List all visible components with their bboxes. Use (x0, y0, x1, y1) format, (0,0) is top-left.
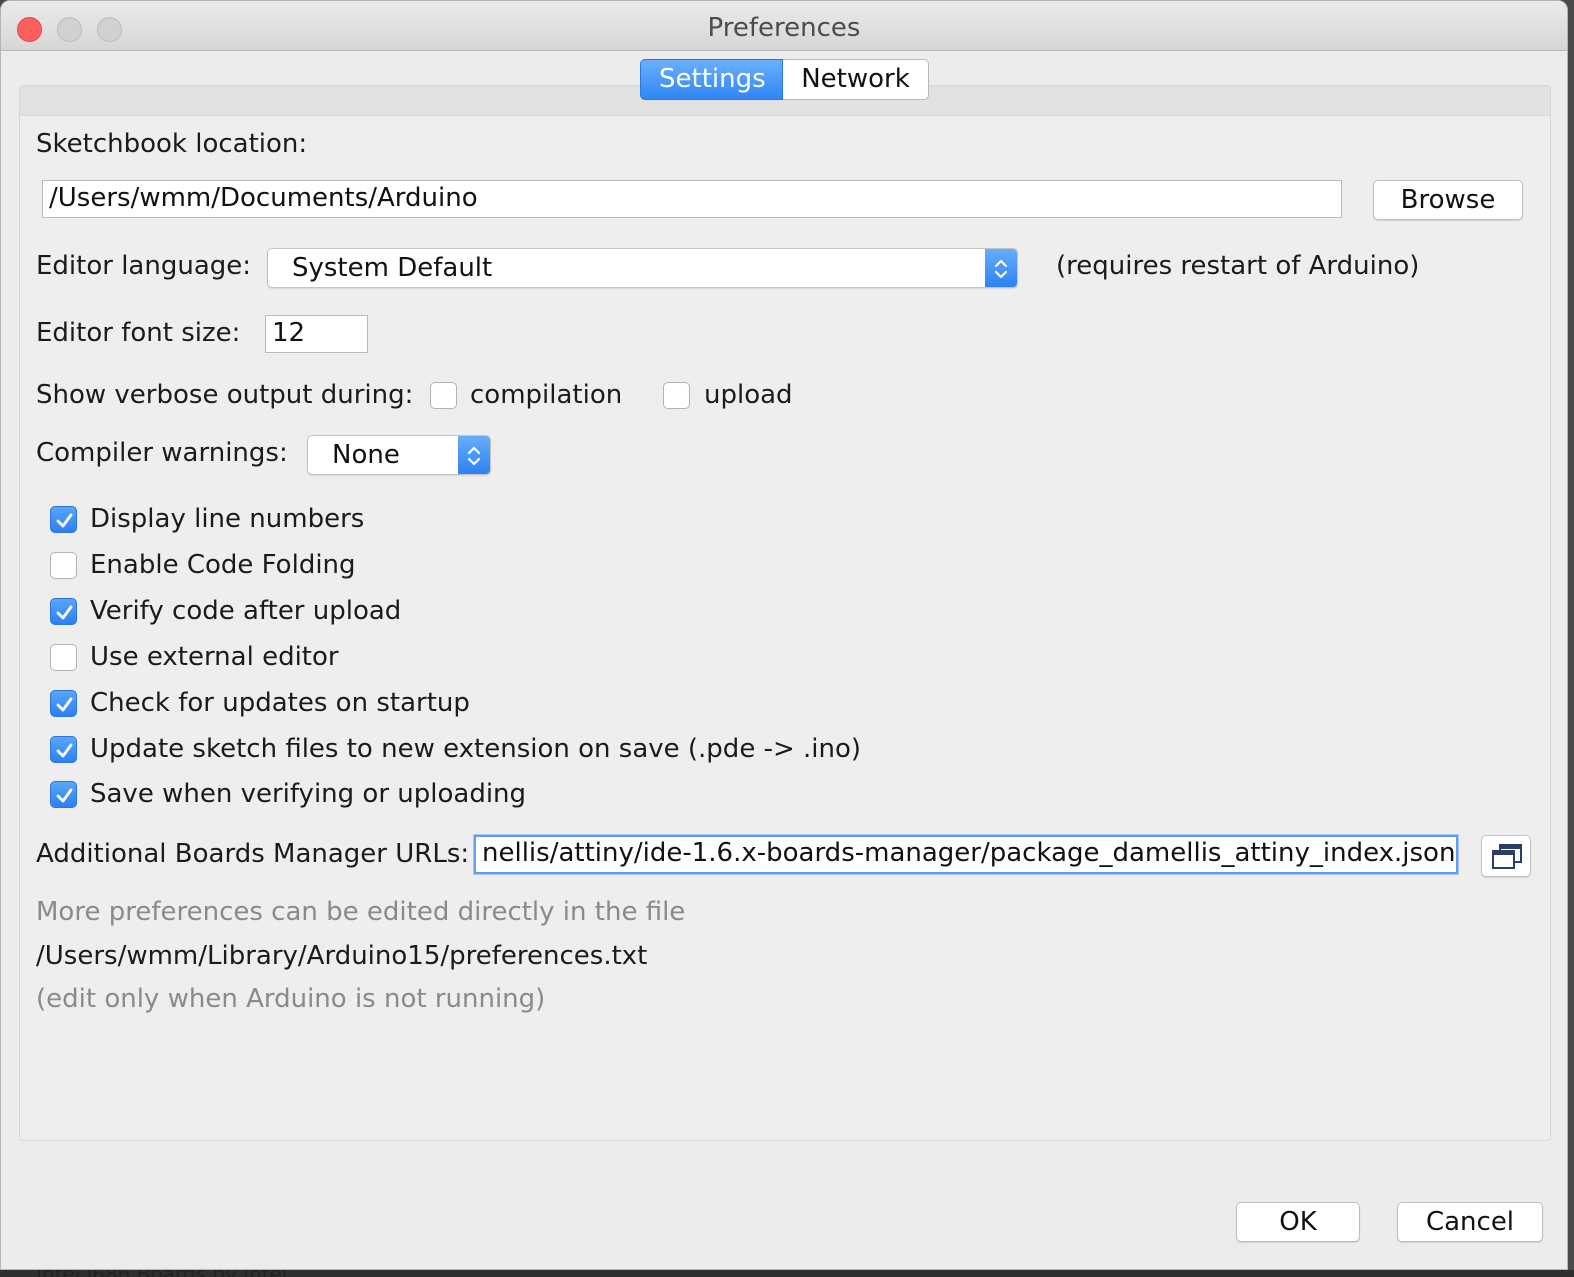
tab-settings[interactable]: Settings (640, 59, 783, 100)
upload-label: upload (704, 380, 793, 410)
verify-after-upload-label: Verify code after upload (90, 596, 402, 626)
update-sketch-extension-checkbox[interactable] (50, 736, 77, 763)
verify-after-upload-checkbox[interactable] (50, 598, 77, 625)
editor-language-label: Editor language: (36, 251, 252, 281)
tab-network[interactable]: Network (783, 59, 929, 100)
boards-manager-label: Additional Boards Manager URLs: (36, 839, 470, 869)
checkmark-icon (56, 788, 73, 803)
windows-icon (1492, 844, 1522, 869)
save-when-verifying-label: Save when verifying or uploading (90, 779, 527, 809)
preferences-file-path: /Users/wmm/Library/Arduino15/preferences… (36, 941, 648, 971)
select-arrows-icon (458, 436, 490, 474)
enable-code-folding-label: Enable Code Folding (90, 550, 356, 580)
checkmark-icon (56, 697, 73, 712)
compilation-checkbox[interactable] (430, 382, 457, 409)
compiler-warnings-select[interactable]: None (307, 435, 491, 475)
use-external-editor-label: Use external editor (90, 642, 339, 672)
save-when-verifying-checkbox[interactable] (50, 781, 77, 808)
window-title: Preferences (707, 13, 861, 43)
boards-manager-urls-field[interactable]: nellis/attiny/ide-1.6.x-boards-manager/p… (474, 835, 1458, 874)
compiler-warnings-label: Compiler warnings: (36, 438, 288, 468)
select-arrows-icon (985, 249, 1017, 287)
check-updates-checkbox[interactable] (50, 690, 77, 717)
title-bar: Preferences (1, 1, 1567, 51)
verbose-output-label: Show verbose output during: (36, 380, 414, 410)
use-external-editor-checkbox[interactable] (50, 644, 77, 671)
restart-note: (requires restart of Arduino) (1056, 251, 1420, 281)
tab-bar: Settings Network (640, 59, 929, 100)
browse-button[interactable]: Browse (1373, 180, 1523, 220)
edit-note: (edit only when Arduino is not running) (36, 984, 546, 1014)
update-sketch-extension-label: Update sketch files to new extension on … (90, 734, 862, 764)
display-line-numbers-label: Display line numbers (90, 504, 365, 534)
editor-font-size-field[interactable]: 12 (265, 315, 368, 353)
preferences-window: Preferences Settings Network Sketchbook … (0, 0, 1568, 1270)
checkmark-icon (56, 605, 73, 620)
editor-language-value: System Default (292, 253, 493, 283)
more-preferences-note: More preferences can be edited directly … (36, 897, 686, 927)
sketchbook-location-label: Sketchbook location: (36, 129, 308, 159)
sketchbook-location-field[interactable]: /Users/wmm/Documents/Arduino (42, 180, 1342, 218)
compiler-warnings-value: None (332, 440, 400, 470)
cancel-button[interactable]: Cancel (1397, 1202, 1543, 1242)
editor-language-select[interactable]: System Default (267, 248, 1018, 288)
display-line-numbers-checkbox[interactable] (50, 506, 77, 533)
editor-font-size-label: Editor font size: (36, 318, 241, 348)
compilation-label: compilation (470, 380, 623, 410)
upload-checkbox[interactable] (663, 382, 690, 409)
check-updates-label: Check for updates on startup (90, 688, 470, 718)
enable-code-folding-checkbox[interactable] (50, 552, 77, 579)
checkmark-icon (56, 513, 73, 528)
ok-button[interactable]: OK (1236, 1202, 1360, 1242)
edit-urls-button[interactable] (1481, 835, 1531, 877)
checkmark-icon (56, 743, 73, 758)
